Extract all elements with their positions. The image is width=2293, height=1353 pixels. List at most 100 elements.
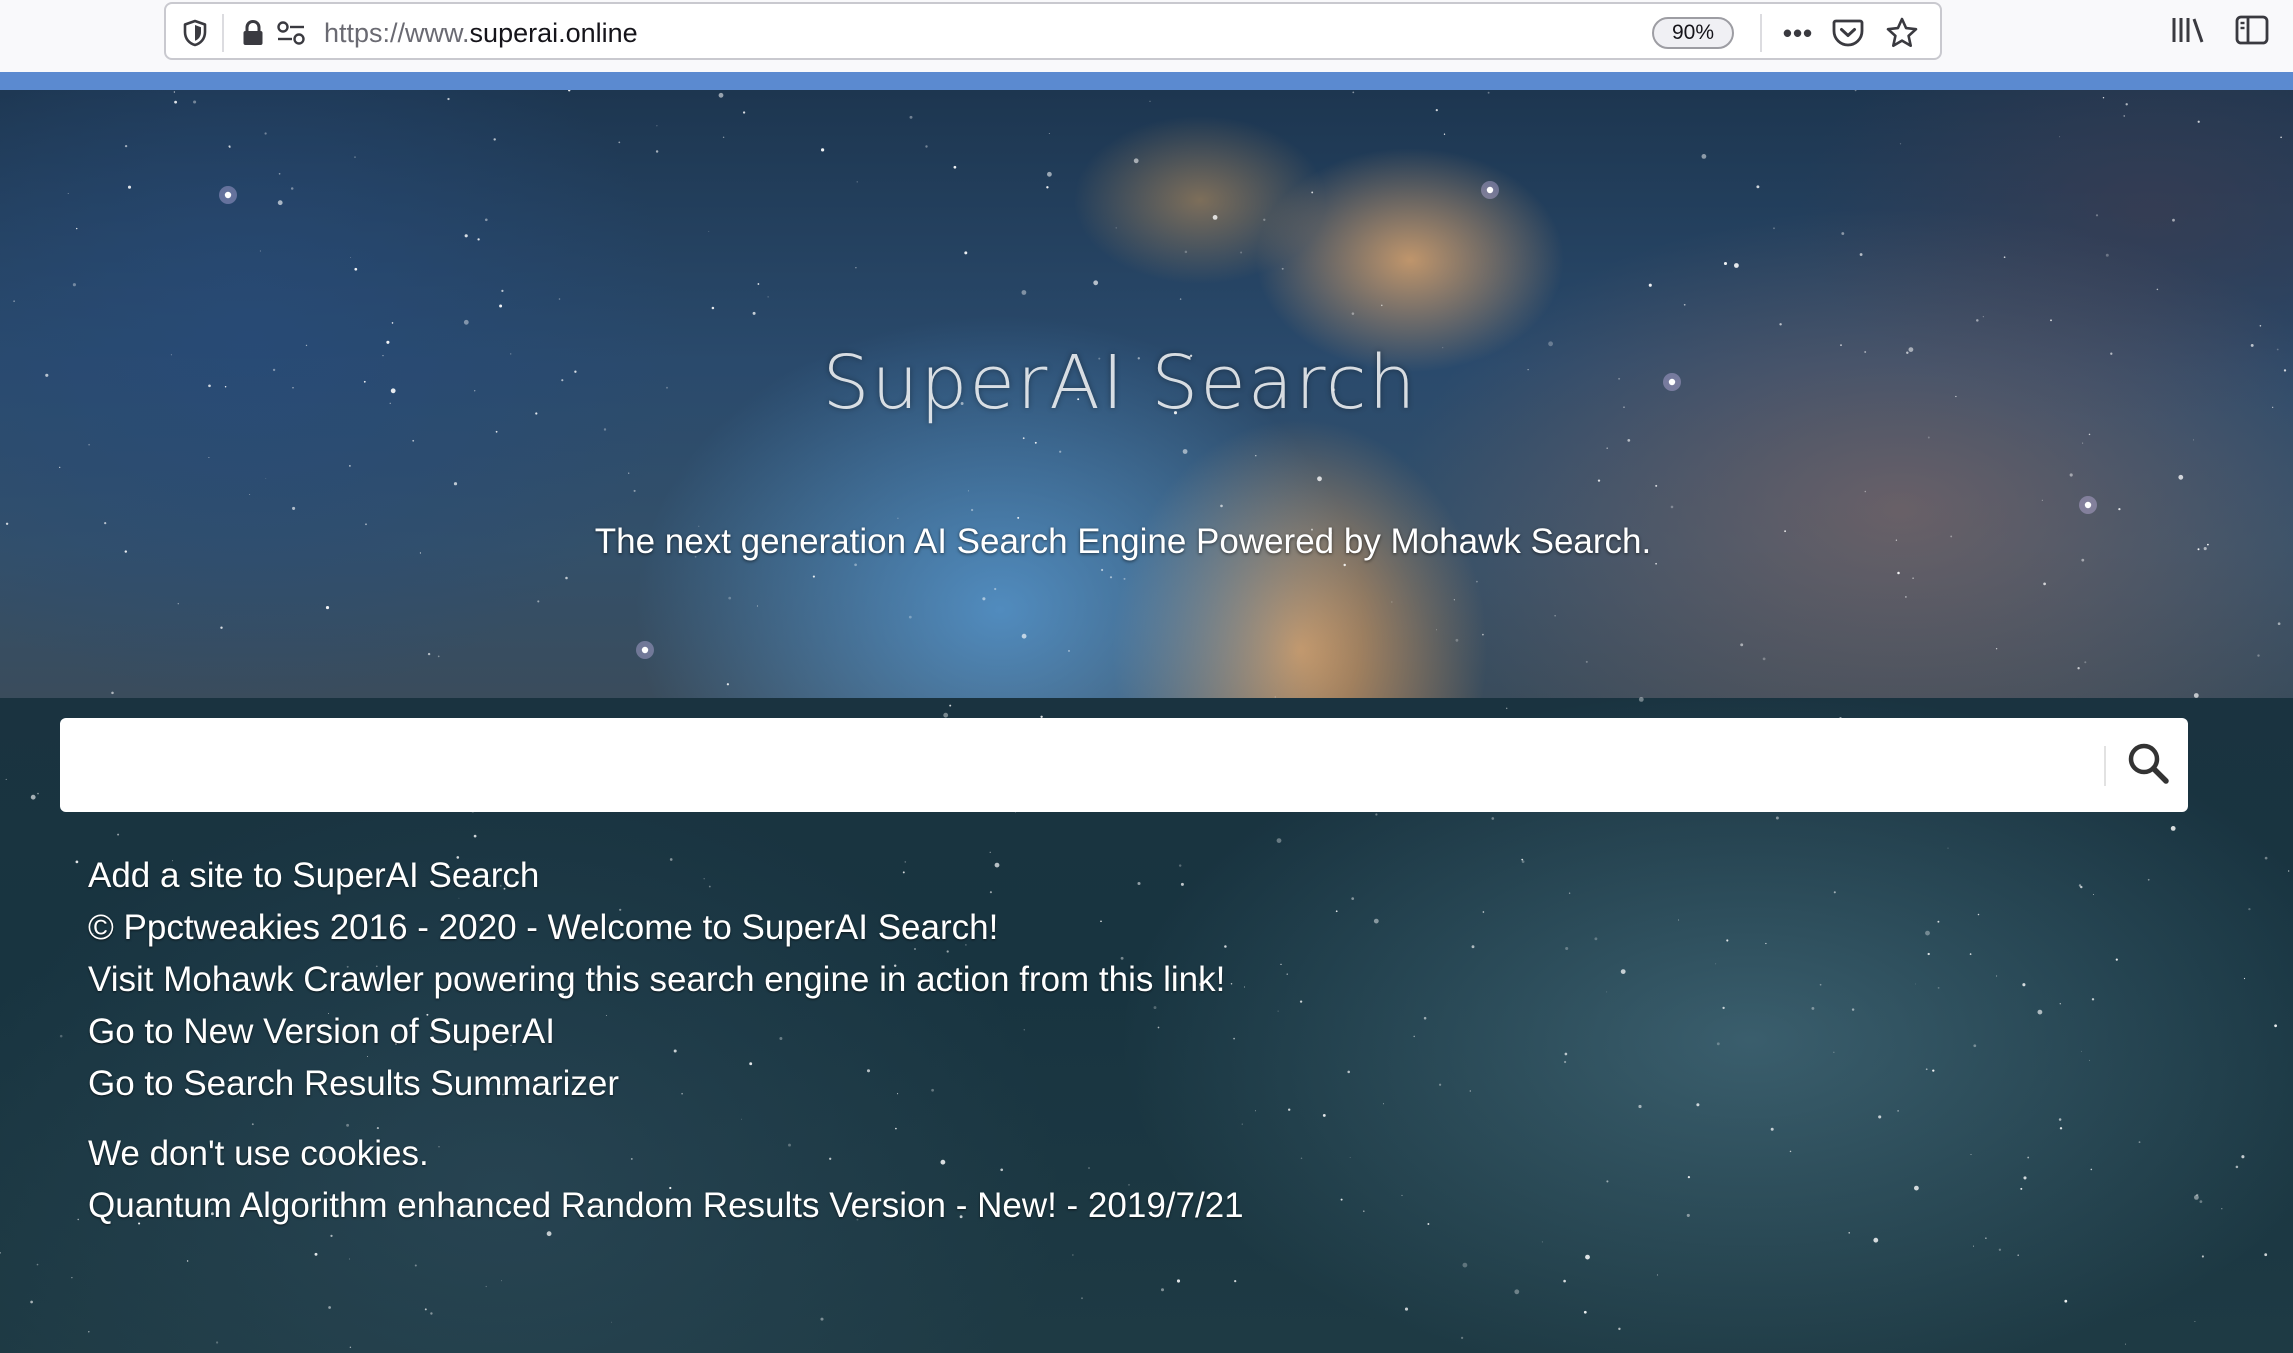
search-input[interactable] [60,718,2104,812]
star [414,1264,417,1267]
star [1976,319,1979,322]
page-background: SuperAI Search The next generation AI Se… [0,90,2293,1353]
star [943,712,949,718]
sidebar-icon[interactable] [2232,10,2272,50]
browser-toolbar: https://www.superai.online 90% ••• [0,0,2293,72]
star [1375,813,1378,816]
star [1101,568,1104,572]
star [994,587,997,591]
star [290,187,294,190]
quantum-version-link[interactable]: Quantum Algorithm enhanced Random Result… [88,1180,1688,1232]
star [537,600,540,603]
star [1212,215,1218,220]
star [1779,323,1782,326]
star [1670,505,1674,509]
star [2090,1168,2093,1171]
url-bar[interactable]: https://www.superai.online 90% ••• [164,2,1942,60]
star [427,652,431,656]
star [1585,660,1588,663]
star [2089,1059,2090,1061]
star [2043,582,2046,586]
search-icon [2126,741,2170,790]
star [2088,433,2091,436]
star [2259,325,2262,327]
star [2064,1299,2068,1303]
star [1017,516,1020,519]
star [2221,1208,2223,1210]
star [228,145,231,148]
star [1505,707,1508,710]
star [2241,1155,2245,1159]
star [1726,939,1729,942]
star [1982,316,1984,318]
star [908,615,912,619]
star [603,428,607,431]
star [1133,158,1139,164]
star [1487,91,1490,94]
pocket-icon[interactable] [1828,13,1868,53]
star [1914,1185,1919,1191]
shield-icon[interactable] [178,16,212,50]
library-icon[interactable] [2168,10,2208,50]
star [1716,1042,1720,1046]
star [1081,1297,1083,1300]
new-version-link[interactable]: Go to New Version of SuperAI [88,1006,1688,1058]
star [2170,826,2176,831]
star [1925,930,1930,936]
star [2095,214,2099,217]
star [2081,1050,2082,1052]
star [2274,1024,2277,1028]
star [1715,963,1717,965]
url-host: superai.online [469,18,638,48]
star [174,100,178,104]
star [1969,953,1972,955]
add-site-link[interactable]: Add a site to SuperAI Search [88,850,1688,902]
star [193,100,197,104]
star [430,1312,433,1315]
star [177,603,179,605]
urlbar-separator [222,14,224,52]
star [1819,983,1822,986]
star [447,97,450,101]
star [2069,473,2073,477]
lock-icon[interactable] [236,16,270,50]
star [2093,893,2094,895]
star [752,311,756,315]
search-button[interactable] [2118,734,2178,796]
links-gap [88,1110,1688,1128]
cookies-notice: We don't use cookies. [88,1134,429,1173]
star [1927,952,1930,956]
mohawk-crawler-link[interactable]: Visit Mohawk Crawler powering this searc… [88,954,1688,1006]
star [1756,185,1760,189]
star-icon[interactable] [1882,13,1922,53]
star [821,148,825,152]
star [1255,455,1257,457]
url-text[interactable]: https://www.superai.online [324,16,638,50]
star [1848,1232,1850,1234]
star [1775,816,1779,820]
star [1973,1044,1977,1048]
summarizer-link[interactable]: Go to Search Results Summarizer [88,1058,1688,1110]
star [1048,133,1050,134]
star [1655,562,1657,565]
star [1811,1006,1815,1010]
star [88,1331,90,1333]
star [1462,1262,1468,1268]
zoom-level-badge[interactable]: 90% [1652,17,1734,49]
star [2193,693,2199,698]
star [2197,120,2200,123]
star [391,322,394,324]
bright-star [2084,501,2092,509]
star [463,319,469,325]
star [967,490,969,492]
star [1554,615,1556,617]
star [568,90,571,92]
star [1932,1069,1935,1072]
more-actions-icon[interactable]: ••• [1778,13,1818,53]
star [328,1306,331,1309]
star [964,251,968,255]
star [501,289,504,293]
star [5,778,7,780]
star [350,257,352,258]
permissions-icon[interactable] [274,16,308,50]
